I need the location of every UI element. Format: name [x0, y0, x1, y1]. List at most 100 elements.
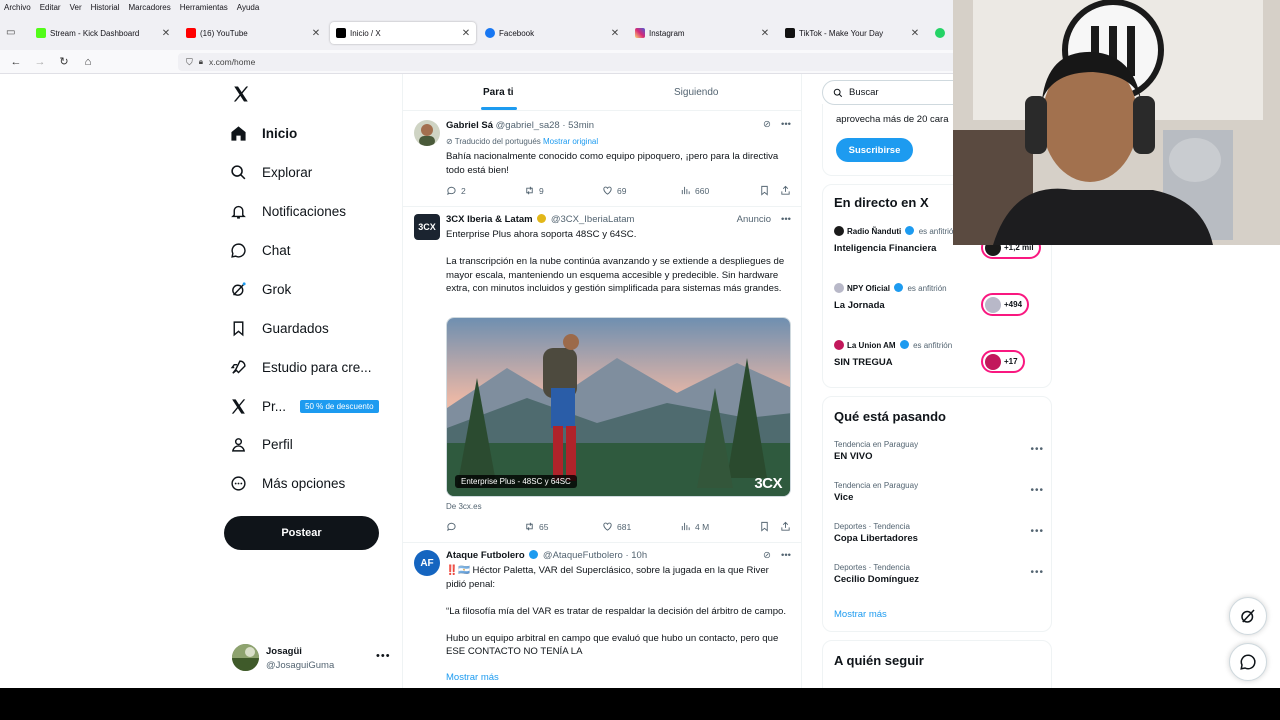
x-logo-icon[interactable] — [232, 85, 250, 103]
tab-para-ti[interactable]: Para ti — [483, 87, 514, 98]
trend-item[interactable]: Tendencia en Paraguay EN VIVO ••• — [834, 440, 1044, 474]
more-icon[interactable]: ••• — [781, 119, 791, 130]
live-space-item[interactable]: NPY Oficial es anfitrión La Jornada +494 — [834, 283, 1044, 323]
tab-siguiendo[interactable]: Siguiendo — [674, 87, 718, 98]
subscribe-button[interactable]: Suscribirse — [836, 138, 913, 162]
author-handle[interactable]: @gabriel_sa28 — [496, 120, 560, 131]
views-button[interactable]: 4 M — [680, 521, 709, 532]
who-to-follow-title: A quién seguir — [834, 653, 924, 668]
grok-icon[interactable]: ⊘ — [763, 550, 771, 561]
address-bar[interactable]: ⛉ 🔒︎ x.com/home — [178, 53, 958, 71]
nav-explorar[interactable]: Explorar — [230, 160, 312, 184]
views-button[interactable]: 660 — [680, 185, 709, 196]
tab-x-home[interactable]: Inicio / X ✕ — [330, 22, 476, 44]
reload-icon[interactable]: ↻ — [57, 55, 71, 69]
trends-show-more-link[interactable]: Mostrar más — [834, 609, 887, 620]
menu-ayuda[interactable]: Ayuda — [237, 3, 260, 12]
retweet-button[interactable]: 65 — [524, 521, 548, 532]
menu-ver[interactable]: Ver — [70, 3, 82, 12]
tweet-ad[interactable]: 3CX 3CX Iberia & Latam @3CX_IberiaLatam … — [403, 207, 801, 543]
tweet-corner: ⊘ ••• — [763, 119, 791, 130]
close-icon[interactable]: ✕ — [160, 28, 172, 39]
post-button[interactable]: Postear — [224, 516, 379, 550]
listener-count: +494 — [981, 293, 1030, 316]
more-icon[interactable]: ••• — [1030, 567, 1044, 578]
menu-marcadores[interactable]: Marcadores — [129, 3, 171, 12]
more-icon[interactable]: ••• — [1030, 444, 1044, 455]
more-icon[interactable]: ••• — [1030, 485, 1044, 496]
nav-chat[interactable]: Chat — [230, 238, 291, 262]
tweet-header: Ataque Futbolero @AtaqueFutbolero · 10h — [446, 550, 647, 561]
tweet[interactable]: AF Ataque Futbolero @AtaqueFutbolero · 1… — [403, 543, 801, 688]
trend-item[interactable]: Deportes · Tendencia Copa Libertadores •… — [834, 522, 1044, 556]
share-button[interactable] — [780, 521, 791, 532]
grok-fab[interactable] — [1229, 597, 1267, 635]
menu-herramientas[interactable]: Herramientas — [180, 3, 228, 12]
live-space-item[interactable]: La Union AM es anfitrión SIN TREGUA +17 — [834, 340, 1044, 380]
trend-item[interactable]: Deportes · Tendencia Cecilio Domínguez •… — [834, 563, 1044, 597]
like-button[interactable]: 681 — [602, 521, 631, 532]
author-name[interactable]: Ataque Futbolero — [446, 550, 525, 561]
author-name[interactable]: 3CX Iberia & Latam — [446, 214, 533, 225]
grok-icon[interactable]: ⊘ — [763, 119, 771, 130]
home-page-icon[interactable]: ⌂ — [81, 55, 95, 69]
close-icon[interactable]: ✕ — [310, 28, 322, 39]
ad-source-link[interactable]: De 3cx.es — [446, 502, 482, 511]
show-more-link[interactable]: Mostrar más — [446, 672, 499, 683]
more-icon[interactable]: ••• — [781, 550, 791, 561]
trend-item[interactable]: Tendencia en Paraguay Vice ••• — [834, 481, 1044, 515]
like-button[interactable]: 69 — [602, 185, 626, 196]
back-arrow-icon[interactable]: ← — [9, 55, 23, 69]
nav-estudio[interactable]: Estudio para cre... — [230, 355, 372, 379]
tweet[interactable]: Gabriel Sá @gabriel_sa28 · 53min ⊘ ••• ⊘… — [403, 111, 801, 207]
more-icon[interactable]: ••• — [1030, 526, 1044, 537]
close-icon[interactable]: ✕ — [759, 28, 771, 39]
retweet-button[interactable]: 9 — [524, 185, 544, 196]
nav-notificaciones[interactable]: Notificaciones — [230, 199, 346, 223]
close-icon[interactable]: ✕ — [460, 28, 472, 39]
author-handle[interactable]: @AtaqueFutbolero — [543, 550, 623, 561]
nav-inicio[interactable]: Inicio — [230, 121, 297, 145]
tab-tiktok[interactable]: TikTok - Make Your Day ✕ — [779, 22, 925, 44]
close-icon[interactable]: ✕ — [909, 28, 921, 39]
bookmark-button[interactable] — [759, 521, 770, 532]
avatar[interactable]: AF — [414, 550, 440, 576]
tab-facebook[interactable]: Facebook ✕ — [479, 22, 625, 44]
tab-kick[interactable]: Stream - Kick Dashboard ✕ — [30, 22, 176, 44]
tab-instagram[interactable]: Instagram ✕ — [629, 22, 775, 44]
show-original-link[interactable]: Mostrar original — [543, 137, 598, 146]
nav-guardados[interactable]: Guardados — [230, 316, 329, 340]
messages-fab[interactable] — [1229, 643, 1267, 681]
translated-label: Traducido del portugués — [454, 137, 541, 146]
menu-historial[interactable]: Historial — [91, 3, 120, 12]
close-icon[interactable]: ✕ — [609, 28, 621, 39]
nav-mas-opciones[interactable]: Más opciones — [230, 471, 345, 495]
account-switcher[interactable]: Josagüi @JosaguiGuma ••• — [232, 644, 392, 674]
forward-arrow-icon[interactable]: → — [33, 55, 47, 69]
tab-list-icon[interactable]: ▭ — [6, 27, 20, 39]
ad-media-image[interactable]: Enterprise Plus - 48SC y 64SC 3CX — [446, 317, 791, 497]
share-button[interactable] — [780, 185, 791, 196]
nav-perfil[interactable]: Perfil — [230, 432, 293, 456]
author-name[interactable]: Gabriel Sá — [446, 120, 493, 131]
author-handle[interactable]: @3CX_IberiaLatam — [551, 214, 635, 225]
tracking-shield-icon[interactable]: ⛉ — [186, 57, 193, 68]
nav-grok[interactable]: Grok — [230, 277, 291, 301]
tab-youtube[interactable]: (16) YouTube ✕ — [180, 22, 326, 44]
bookmark-button[interactable] — [759, 185, 770, 196]
avatar[interactable]: 3CX — [414, 214, 440, 240]
more-icon[interactable]: ••• — [376, 650, 391, 662]
lock-icon[interactable]: 🔒︎ — [199, 57, 203, 67]
menu-editar[interactable]: Editar — [40, 3, 61, 12]
trend-name: Cecilio Domínguez — [834, 574, 919, 585]
more-icon[interactable]: ••• — [781, 214, 791, 225]
reply-button[interactable]: 2 — [446, 185, 466, 196]
views-count: 660 — [695, 185, 710, 196]
avatar[interactable] — [414, 120, 440, 146]
tweet-time[interactable]: 53min — [568, 120, 594, 131]
space-title: La Jornada — [834, 300, 885, 311]
reply-button[interactable] — [446, 521, 457, 532]
tweet-time[interactable]: 10h — [631, 550, 647, 561]
nav-premium[interactable]: Pr... 50 % de descuento — [230, 394, 379, 418]
menu-archivo[interactable]: Archivo — [4, 3, 31, 12]
